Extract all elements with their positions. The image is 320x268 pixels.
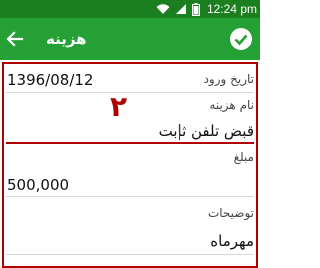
page-title: هزینه — [46, 30, 87, 48]
amount-label: مبلغ — [233, 150, 254, 164]
status-icons — [156, 2, 200, 16]
wifi-icon — [156, 4, 170, 14]
amount-field[interactable]: 500,000 — [7, 176, 69, 194]
entry-date-label: تاریخ ورود — [203, 72, 254, 86]
expense-name-field[interactable]: قبض تلفن ثابت — [159, 122, 254, 140]
description-label: توضیحات — [207, 206, 254, 220]
app-bar: هزینه — [0, 18, 260, 60]
status-time: 12:24 pm — [206, 2, 257, 16]
save-check-icon[interactable] — [229, 27, 253, 51]
description-underline — [6, 254, 254, 255]
expense-name-label: نام هزینه — [209, 98, 254, 112]
signal-icon — [176, 4, 186, 14]
entry-date-underline — [6, 92, 254, 93]
amount-underline — [6, 196, 254, 197]
status-bar: 12:24 pm — [0, 0, 260, 18]
text-cursor — [179, 124, 180, 140]
description-field[interactable]: مهرماه — [210, 232, 254, 250]
back-arrow-icon[interactable] — [5, 29, 25, 49]
battery-icon — [192, 2, 200, 16]
expense-name-underline — [6, 142, 254, 144]
step-number-annotation: ۲ — [110, 90, 128, 123]
entry-date-field[interactable]: 1396/08/12 — [7, 71, 93, 89]
expense-form: تاریخ ورود 1396/08/12 نام هزینه قبض تلفن… — [2, 62, 258, 268]
